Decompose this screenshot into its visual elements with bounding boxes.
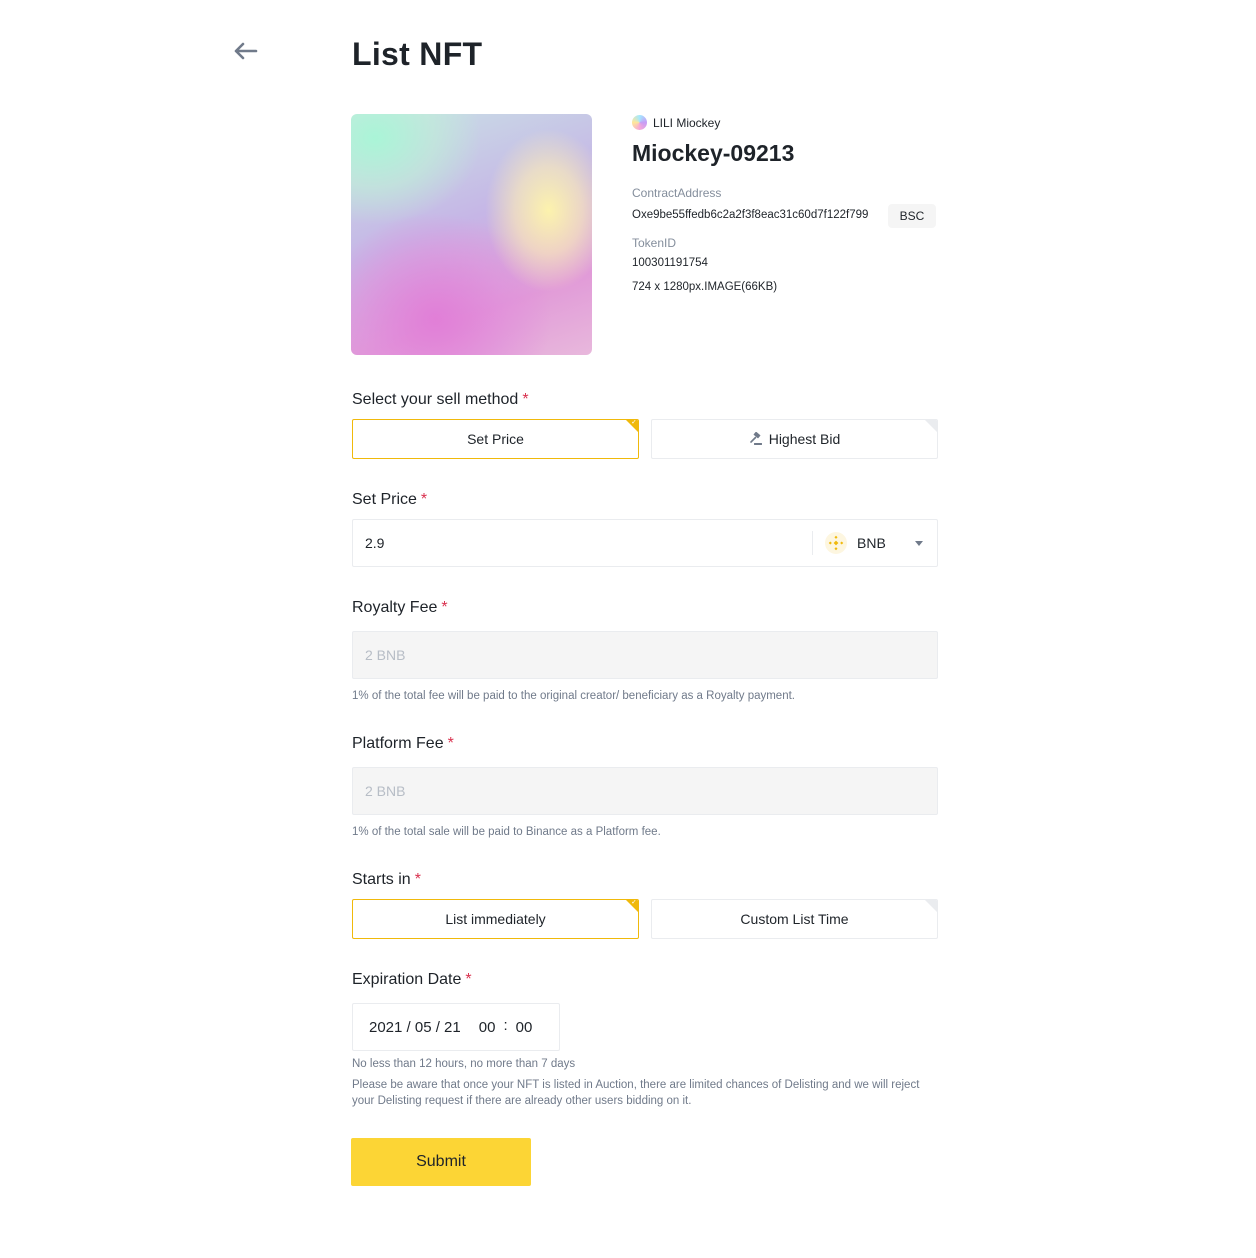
required-marker: * [420,491,428,508]
collection-info[interactable]: LILI Miockey [632,115,720,130]
price-input[interactable] [353,520,812,566]
bnb-icon [825,532,847,554]
collection-name: LILI Miockey [653,115,721,130]
hour-value[interactable]: 00 [479,1019,496,1036]
token-id-label: TokenID [632,236,677,250]
currency-select[interactable]: BNB [813,520,937,566]
royalty-fee-label: Royalty Fee * [352,599,448,616]
expiration-hint: No less than 12 hours, no more than 7 da… [352,1058,576,1070]
nft-name: Miockey-09213 [632,140,795,166]
set-price-label: Set Price * [352,491,428,508]
token-id-value: 100301191754 [632,257,708,269]
auction-hammer-icon [749,432,762,445]
required-marker: * [414,871,421,888]
required-marker: * [465,971,472,988]
sell-method-highest-bid-option[interactable]: Highest Bid [651,419,938,459]
platform-fee-label: Platform Fee * [352,735,454,752]
minute-value[interactable]: 00 [516,1019,533,1036]
platform-fee-hint: 1% of the total sale will be paid to Bin… [352,826,661,838]
royalty-fee-field: 2 BNB [352,631,938,679]
check-icon: ✓ [631,419,637,426]
submit-button[interactable]: Submit [351,1138,531,1186]
option-label: Custom List Time [740,911,849,927]
contract-address-value: Oxe9be55ffedb6c2a2f3f8eac31c60d7f122f799 [632,209,869,221]
unselected-corner-icon [925,420,937,432]
royalty-fee-hint: 1% of the total fee will be paid to the … [352,690,795,702]
list-immediately-option[interactable]: List immediately ✓ [352,899,639,939]
time-separator: : [503,1016,508,1034]
option-label: Set Price [467,431,524,447]
option-label: Highest Bid [768,431,841,447]
unselected-corner-icon [925,900,937,912]
option-label: List immediately [445,911,546,927]
date-value[interactable]: 2021 / 05 / 21 [369,1019,461,1036]
sell-method-set-price-option[interactable]: Set Price ✓ [352,419,639,459]
currency-label: BNB [857,535,886,551]
sell-method-label: Select your sell method * [352,391,529,408]
chevron-down-icon [915,540,923,546]
page-title: List NFT [352,36,483,72]
platform-fee-field: 2 BNB [352,767,938,815]
back-button[interactable] [230,36,260,66]
expiration-date-picker[interactable]: 2021 / 05 / 21 00 : 00 [352,1003,560,1051]
required-marker: * [441,599,448,616]
starts-in-label: Starts in * [352,871,421,888]
file-info: 724 x 1280px.IMAGE(66KB) [632,281,778,293]
chain-badge: BSC [888,204,936,228]
expiration-date-label: Expiration Date * [352,971,472,988]
arrow-left-icon [234,42,258,60]
required-marker: * [522,391,529,408]
collection-avatar [632,115,647,130]
check-icon: ✓ [631,899,637,906]
price-field: BNB [352,519,938,567]
delisting-warning: Please be aware that once your NFT is li… [352,1079,920,1107]
custom-list-time-option[interactable]: Custom List Time [651,899,938,939]
required-marker: * [447,735,454,752]
nft-preview-image [351,114,592,355]
contract-address-label: ContractAddress [632,186,722,200]
